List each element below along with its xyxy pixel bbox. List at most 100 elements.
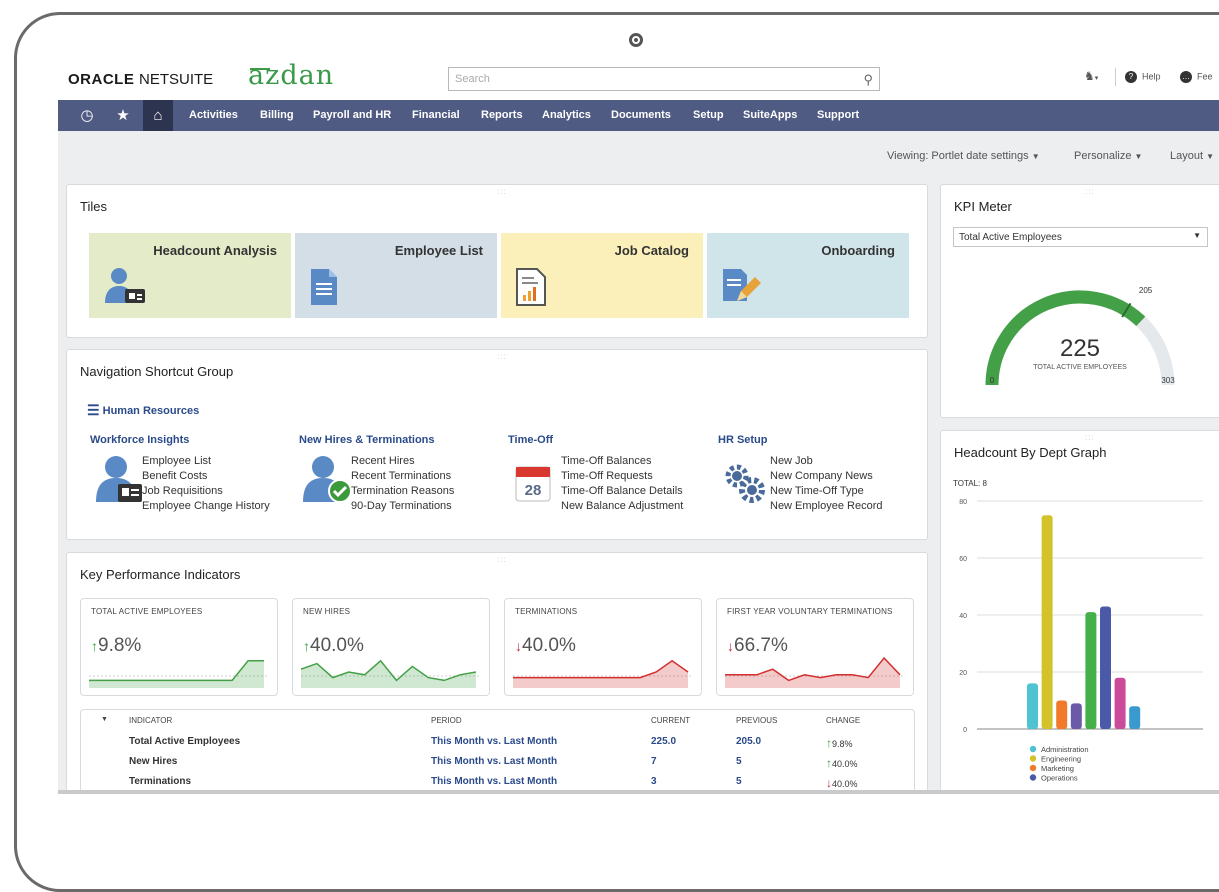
drag-handle[interactable]: ::: — [1085, 433, 1095, 442]
drag-handle[interactable]: ::: — [497, 352, 507, 361]
tile-employee-list[interactable]: Employee List — [295, 233, 497, 318]
shortcut-link[interactable]: Employee List — [142, 454, 211, 469]
legend-label: Operations — [1041, 774, 1078, 783]
bar-4 — [1085, 612, 1097, 729]
kpi-box-new-hires[interactable]: NEW HIRES ↑40.0% — [292, 598, 490, 696]
arrow-down-icon: ↓ — [515, 638, 522, 654]
nav-item-billing[interactable]: Billing — [260, 109, 294, 121]
nav-item-payroll-and-hr[interactable]: Payroll and HR — [313, 109, 391, 121]
nav-item-setup[interactable]: Setup — [693, 109, 724, 121]
collapse-icon[interactable]: ▼ — [101, 716, 108, 723]
sparkline — [89, 660, 269, 688]
row-previous[interactable]: 5 — [736, 756, 742, 767]
search-input[interactable]: Search ⚲ — [448, 67, 880, 91]
legend-swatch — [1029, 755, 1037, 762]
shortcut-section-title[interactable]: Workforce Insights — [90, 434, 189, 446]
shortcut-link[interactable]: Recent Hires — [351, 454, 415, 469]
tile-label: Headcount Analysis — [153, 243, 277, 258]
kpi-box-total-active-employees[interactable]: TOTAL ACTIVE EMPLOYEES ↑9.8% — [80, 598, 278, 696]
legend-swatch — [1029, 774, 1037, 781]
th-change: CHANGE — [826, 716, 861, 725]
app-screen: ORACLE NETSUITE azdan Search ⚲ ♞▾ ? Help … — [58, 58, 1219, 792]
row-period-link[interactable]: This Month vs. Last Month — [431, 756, 557, 767]
home-icon[interactable]: ⌂ — [143, 100, 173, 131]
shortcut-section-title[interactable]: Time-Off — [508, 434, 553, 446]
sparkline — [725, 656, 905, 688]
chevron-down-icon: ▼ — [1193, 231, 1201, 240]
shortcut-link[interactable]: Termination Reasons — [351, 484, 454, 499]
search-icon[interactable]: ⚲ — [863, 72, 873, 88]
recent-history-icon[interactable]: ◷ — [72, 100, 102, 131]
tile-job-catalog[interactable]: Job Catalog — [501, 233, 703, 318]
kpi-meter-portlet: ::: KPI Meter Total Active Employees ▼ 20… — [940, 184, 1219, 418]
kpi-meter-select[interactable]: Total Active Employees ▼ — [953, 227, 1208, 247]
tile-label: Job Catalog — [614, 243, 689, 258]
shortcut-section-title[interactable]: New Hires & Terminations — [299, 434, 435, 446]
row-change-value: 40.0% — [832, 779, 858, 789]
row-period-link[interactable]: This Month vs. Last Month — [431, 776, 557, 787]
svg-text:28: 28 — [525, 482, 542, 499]
arrow-down-icon: ↓ — [727, 638, 734, 654]
shortcut-link[interactable]: 90-Day Terminations — [351, 499, 452, 514]
nav-item-activities[interactable]: Activities — [189, 109, 238, 121]
nav-item-reports[interactable]: Reports — [481, 109, 523, 121]
row-period-link[interactable]: This Month vs. Last Month — [431, 736, 557, 747]
row-previous[interactable]: 5 — [736, 776, 742, 787]
sparkline — [301, 659, 481, 688]
tile-headcount-analysis[interactable]: Headcount Analysis — [89, 233, 291, 318]
shortcut-link[interactable]: Time-Off Requests — [561, 469, 653, 484]
feedback-link[interactable]: … Fee — [1180, 71, 1213, 83]
row-previous[interactable]: 205.0 — [736, 736, 761, 747]
shortcut-link[interactable]: New Job — [770, 454, 813, 469]
divider — [1115, 68, 1116, 86]
kpi-box-terminations[interactable]: TERMINATIONS ↓40.0% — [504, 598, 702, 696]
hr-group-link[interactable]: ☰ Human Resources — [87, 402, 199, 419]
shortcut-section-title[interactable]: HR Setup — [718, 434, 768, 446]
personalize-dropdown[interactable]: Personalize ▼ — [1074, 150, 1142, 162]
tiles-portlet: ::: Tiles Headcount Analysis Employee Lis… — [66, 184, 928, 338]
kpi-box-name: FIRST YEAR VOLUNTARY TERMINATIONS — [727, 607, 893, 616]
feedback-icon: … — [1180, 71, 1192, 83]
shortcut-link[interactable]: Benefit Costs — [142, 469, 207, 484]
row-change-value: 9.8% — [832, 739, 853, 749]
row-current[interactable]: 225.0 — [651, 736, 676, 747]
drag-handle[interactable]: ::: — [497, 555, 507, 564]
row-current[interactable]: 7 — [651, 756, 657, 767]
kpi-meter-title: KPI Meter — [954, 199, 1012, 214]
kpi-percent: 9.8% — [98, 635, 142, 656]
bar-1 — [1041, 515, 1053, 729]
nav-item-analytics[interactable]: Analytics — [542, 109, 591, 121]
nav-item-support[interactable]: Support — [817, 109, 859, 121]
tile-onboarding[interactable]: Onboarding — [707, 233, 909, 318]
arrow-up-icon: ↑ — [91, 638, 98, 654]
drag-handle[interactable]: ::: — [497, 187, 507, 196]
nav-item-suiteapps[interactable]: SuiteApps — [743, 109, 797, 121]
shortcut-link[interactable]: Time-Off Balances — [561, 454, 651, 469]
oracle-netsuite-logo[interactable]: ORACLE NETSUITE — [68, 71, 213, 88]
shortcut-link[interactable]: New Time-Off Type — [770, 484, 864, 499]
row-indicator: New Hires — [129, 756, 178, 767]
row-change: ↑9.8% — [826, 736, 853, 750]
kpi-title: Key Performance Indicators — [80, 567, 241, 582]
bar-7 — [1129, 706, 1141, 729]
layout-dropdown[interactable]: Layout ▼ — [1170, 150, 1214, 162]
shortcut-link[interactable]: New Employee Record — [770, 499, 883, 514]
kpi-box-first-year-voluntary-terminations[interactable]: FIRST YEAR VOLUNTARY TERMINATIONS ↓66.7% — [716, 598, 914, 696]
nav-item-financial[interactable]: Financial — [412, 109, 460, 121]
shortcut-link[interactable]: Job Requisitions — [142, 484, 223, 499]
shortcut-link[interactable]: Employee Change History — [142, 499, 270, 514]
nav-item-documents[interactable]: Documents — [611, 109, 671, 121]
help-link[interactable]: ? Help — [1125, 71, 1161, 83]
favorites-star-icon[interactable]: ★ — [108, 100, 138, 131]
kpi-percent: 40.0% — [310, 635, 364, 656]
person-card-icon — [103, 267, 147, 312]
viewing-dropdown[interactable]: Viewing: Portlet date settings ▼ — [887, 150, 1040, 162]
role-switcher-icon[interactable]: ♞▾ — [1084, 69, 1098, 83]
drag-handle[interactable]: ::: — [1085, 187, 1095, 196]
shortcut-link[interactable]: New Company News — [770, 469, 873, 484]
shortcut-link[interactable]: Time-Off Balance Details — [561, 484, 683, 499]
row-current[interactable]: 3 — [651, 776, 657, 787]
row-change: ↓40.0% — [826, 776, 858, 790]
shortcut-link[interactable]: Recent Terminations — [351, 469, 451, 484]
shortcut-link[interactable]: New Balance Adjustment — [561, 499, 683, 514]
